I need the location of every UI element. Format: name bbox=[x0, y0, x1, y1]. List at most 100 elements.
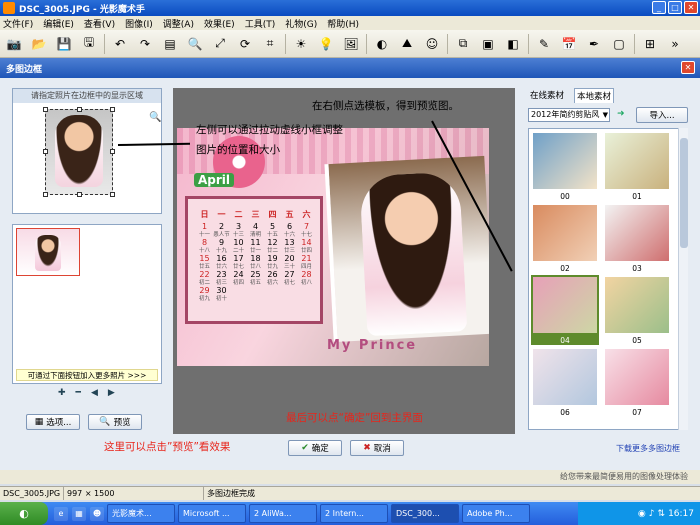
taskbar-task-button[interactable]: Microsoft ... bbox=[178, 504, 246, 523]
calendar-day-number: 16 bbox=[216, 254, 227, 263]
template-thumbnail[interactable]: 06 bbox=[531, 347, 599, 417]
gallery-icon[interactable]: 🖼 bbox=[341, 34, 361, 54]
ok-button[interactable]: ✔ 确定 bbox=[288, 440, 342, 456]
system-tray: ◉ ♪ ⇅ 16:17 bbox=[578, 502, 700, 525]
puzzle-icon[interactable]: ⊞ bbox=[640, 34, 660, 54]
crop-handle-bottom-left[interactable] bbox=[43, 192, 48, 197]
border-icon[interactable]: ▢ bbox=[609, 34, 629, 54]
options-button[interactable]: ▦ 选项... bbox=[26, 414, 80, 430]
move-left-icon[interactable]: ◀ bbox=[91, 388, 98, 398]
color-icon[interactable]: ◐ bbox=[372, 34, 392, 54]
menu-effects[interactable]: 效果(E) bbox=[204, 17, 235, 30]
template-thumbnail[interactable]: 03 bbox=[603, 203, 671, 273]
taskbar-task-button[interactable]: DSC_300... bbox=[391, 504, 459, 523]
more-icon[interactable]: » bbox=[665, 34, 685, 54]
download-icon[interactable]: ➜ bbox=[617, 109, 625, 119]
redo-icon[interactable]: ↷ bbox=[135, 34, 155, 54]
calendar-weekday: 五 bbox=[285, 210, 294, 219]
photo-thumbnail-list bbox=[12, 224, 162, 384]
template-label: 06 bbox=[560, 408, 570, 417]
preview-button[interactable]: 🔍 预览 bbox=[88, 414, 142, 430]
calendar-day-number: 6 bbox=[286, 222, 293, 231]
batch-icon[interactable]: ⧉ bbox=[453, 34, 473, 54]
frame-icon[interactable]: ▣ bbox=[478, 34, 498, 54]
calendar-day: 20 三十 bbox=[281, 255, 298, 271]
maximize-button[interactable]: □ bbox=[668, 1, 682, 14]
scrollbar-thumb[interactable] bbox=[680, 138, 688, 248]
rotate-icon[interactable]: ⟳ bbox=[235, 34, 255, 54]
fit-icon[interactable]: ⤢ bbox=[210, 34, 230, 54]
open-icon[interactable]: 📂 bbox=[29, 34, 49, 54]
zoom-icon[interactable]: 🔍 bbox=[185, 34, 205, 54]
crop-handle-bottom[interactable] bbox=[77, 192, 82, 197]
calendar-icon[interactable]: 📅 bbox=[559, 34, 579, 54]
portrait-icon[interactable]: ☺ bbox=[422, 34, 442, 54]
magnifier-icon[interactable]: 🔍 bbox=[149, 112, 161, 123]
volume-icon[interactable]: ♪ bbox=[649, 509, 655, 519]
folder-icon[interactable]: ▦ bbox=[72, 506, 86, 521]
photo-thumbnail[interactable] bbox=[16, 228, 80, 276]
start-button[interactable]: ◐ bbox=[0, 502, 48, 525]
menu-adjust[interactable]: 调整(A) bbox=[163, 17, 194, 30]
landscape-icon[interactable]: ⛰ bbox=[397, 34, 417, 54]
poster-caption: My Prince bbox=[327, 338, 418, 353]
calendar-day: 25 初五 bbox=[247, 271, 264, 287]
save-icon[interactable]: 💾 bbox=[54, 34, 74, 54]
template-thumbnail[interactable]: 00 bbox=[531, 131, 599, 201]
compare-icon[interactable]: ▤ bbox=[160, 34, 180, 54]
menu-file[interactable]: 文件(F) bbox=[3, 17, 33, 30]
blend-icon[interactable]: ◧ bbox=[503, 34, 523, 54]
crop-handle-top[interactable] bbox=[77, 107, 82, 112]
move-right-icon[interactable]: ▶ bbox=[108, 388, 115, 398]
ie-icon[interactable]: e bbox=[54, 506, 68, 521]
crop-handle-top-right[interactable] bbox=[110, 107, 115, 112]
remove-photo-icon[interactable]: ━ bbox=[76, 388, 81, 398]
backlight-icon[interactable]: 💡 bbox=[316, 34, 336, 54]
template-scrollbar[interactable] bbox=[678, 128, 688, 430]
menu-image[interactable]: 图像(I) bbox=[125, 17, 153, 30]
menu-gifts[interactable]: 礼物(G) bbox=[285, 17, 317, 30]
menu-tools[interactable]: 工具(T) bbox=[245, 17, 276, 30]
crop-handle-bottom-right[interactable] bbox=[110, 192, 115, 197]
calendar-day: 9 十九 bbox=[213, 239, 230, 255]
camera-icon[interactable]: 📷 bbox=[4, 34, 24, 54]
dialog-close-button[interactable]: ✕ bbox=[681, 61, 695, 74]
category-select[interactable]: 2012年简约剪贴风 ▼ bbox=[528, 108, 610, 122]
template-thumbnail[interactable]: 01 bbox=[603, 131, 671, 201]
template-thumbnail[interactable]: 05 bbox=[603, 275, 671, 345]
save-as-icon[interactable]: 🖫 bbox=[79, 34, 99, 54]
crop-handle-right[interactable] bbox=[110, 149, 115, 154]
close-window-button[interactable]: ✕ bbox=[684, 1, 698, 14]
qq-icon[interactable]: ☻ bbox=[90, 506, 104, 521]
crop-icon[interactable]: ⌗ bbox=[260, 34, 280, 54]
undo-icon[interactable]: ↶ bbox=[110, 34, 130, 54]
cancel-button[interactable]: ✖ 取消 bbox=[350, 440, 404, 456]
crop-handle-left[interactable] bbox=[43, 149, 48, 154]
pen-icon[interactable]: ✒ bbox=[584, 34, 604, 54]
task-buttons: 光影魔术... Microsoft ... 2 AliWa... 2 Intern..… bbox=[104, 504, 530, 523]
menu-view[interactable]: 查看(V) bbox=[84, 17, 115, 30]
taskbar-task-button[interactable]: 2 Intern... bbox=[320, 504, 388, 523]
template-thumbnail[interactable]: 02 bbox=[531, 203, 599, 273]
menu-help[interactable]: 帮助(H) bbox=[327, 17, 359, 30]
menu-edit[interactable]: 编辑(E) bbox=[43, 17, 74, 30]
template-thumbnail[interactable]: 04 bbox=[531, 275, 599, 345]
annotation-bottom: 最后可以点“确定”回到主界面 bbox=[286, 412, 423, 424]
exposure-icon[interactable]: ☀ bbox=[291, 34, 311, 54]
crop-selection-box[interactable] bbox=[45, 109, 113, 195]
add-photo-icon[interactable]: ✚ bbox=[58, 388, 66, 398]
tab-online-materials[interactable]: 在线素材 bbox=[528, 88, 566, 103]
minimize-button[interactable]: _ bbox=[652, 1, 666, 14]
taskbar-task-button[interactable]: 光影魔术... bbox=[107, 504, 175, 523]
edit-icon[interactable]: ✎ bbox=[534, 34, 554, 54]
template-label: 07 bbox=[632, 408, 642, 417]
tab-local-materials[interactable]: 本地素材 bbox=[574, 88, 615, 103]
import-button[interactable]: 导入... bbox=[636, 107, 688, 123]
tray-icon[interactable]: ◉ bbox=[638, 509, 646, 519]
taskbar-task-button[interactable]: Adobe Ph... bbox=[462, 504, 530, 523]
taskbar-task-button[interactable]: 2 AliWa... bbox=[249, 504, 317, 523]
download-more-link[interactable]: 下载更多多图边框 bbox=[616, 443, 680, 454]
template-thumbnail[interactable]: 07 bbox=[603, 347, 671, 417]
network-icon[interactable]: ⇅ bbox=[658, 509, 666, 519]
crop-handle-top-left[interactable] bbox=[43, 107, 48, 112]
